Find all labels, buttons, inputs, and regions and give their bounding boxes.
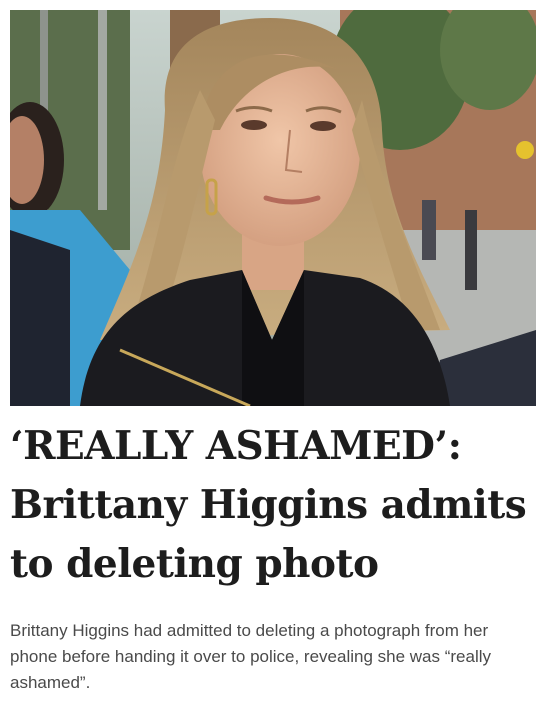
article-headline[interactable]: ‘REALLY ASHAMED’: Brittany Higgins admit…: [10, 417, 536, 594]
subject-eye-left: [241, 120, 267, 130]
hero-photo-illustration: [10, 10, 536, 406]
left-person-jacket: [10, 230, 70, 406]
hero-photo[interactable]: [10, 10, 536, 406]
article-summary: Brittany Higgins had admitted to deletin…: [10, 621, 492, 692]
background-pole: [98, 10, 107, 210]
background-sign: [516, 141, 534, 159]
subject-eye-right: [310, 121, 336, 131]
news-article-card[interactable]: ‘REALLY ASHAMED’: Brittany Higgins admit…: [0, 0, 546, 714]
background-pedestrian: [465, 210, 477, 290]
background-pedestrian: [422, 200, 436, 260]
